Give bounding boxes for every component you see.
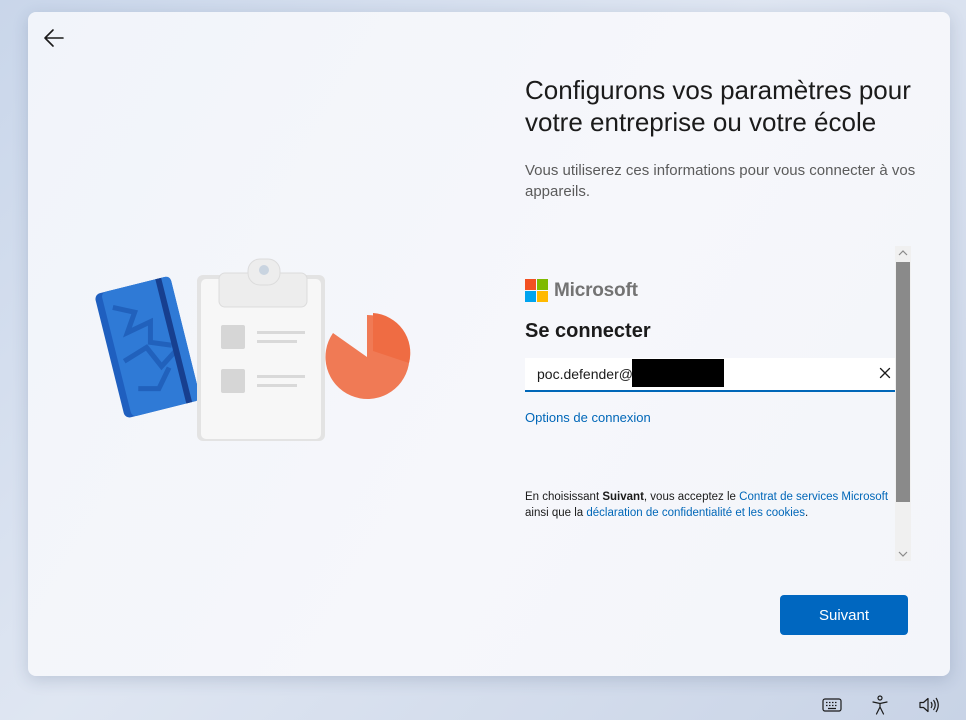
page-title: Configurons vos paramètres pour votre en… [525, 75, 911, 137]
services-agreement-link[interactable]: Contrat de services Microsoft [739, 491, 888, 503]
accessibility-icon [872, 695, 888, 715]
scroll-up-button[interactable] [895, 246, 911, 260]
signin-heading: Se connecter [525, 320, 651, 342]
keyboard-button[interactable] [820, 694, 844, 716]
signin-scrollbar[interactable] [895, 246, 911, 561]
terms-suffix: . [805, 507, 809, 519]
page-subtitle: Vous utiliserez ces informations pour vo… [525, 162, 916, 200]
microsoft-squares-icon [525, 279, 548, 302]
email-input[interactable]: poc.defender@ [525, 358, 895, 392]
terms-prefix: En choisissant [525, 491, 603, 503]
microsoft-logo: Microsoft [525, 279, 638, 302]
pie-chart-image [325, 313, 411, 399]
scroll-thumb[interactable] [896, 262, 910, 502]
chevron-up-icon [898, 250, 908, 256]
volume-button[interactable] [916, 694, 942, 716]
oobe-window: Configurons vos paramètres pour votre en… [28, 12, 950, 676]
work-school-illustration [95, 258, 411, 441]
clipboard-image [197, 258, 325, 441]
header-section: Configurons vos paramètres pour votre en… [525, 74, 920, 202]
terms-bold: Suivant [602, 491, 644, 503]
back-button[interactable] [40, 24, 68, 52]
email-input-value: poc.defender@ [537, 366, 633, 382]
microsoft-brand-text: Microsoft [554, 279, 638, 301]
signin-pane: Microsoft Se connecter poc.defender@ Opt… [525, 246, 911, 561]
terms-line2-prefix: ainsi que la [525, 507, 587, 519]
redaction-box [632, 359, 724, 387]
volume-icon [919, 697, 939, 713]
notebook-image [95, 276, 200, 418]
next-button[interactable]: Suivant [780, 595, 908, 635]
back-arrow-icon [44, 29, 64, 47]
terms-text: En choisissant Suivant, vous acceptez le… [525, 489, 911, 521]
terms-middle: , vous acceptez le [643, 491, 740, 503]
close-icon [879, 367, 891, 379]
keyboard-icon [822, 698, 842, 712]
clear-input-button[interactable] [877, 365, 893, 381]
scroll-down-button[interactable] [895, 547, 911, 561]
accessibility-button[interactable] [868, 694, 892, 716]
privacy-statement-link[interactable]: déclaration de confidentialité et les co… [586, 507, 805, 519]
chevron-down-icon [898, 551, 908, 557]
signin-options-link[interactable]: Options de connexion [525, 410, 651, 425]
